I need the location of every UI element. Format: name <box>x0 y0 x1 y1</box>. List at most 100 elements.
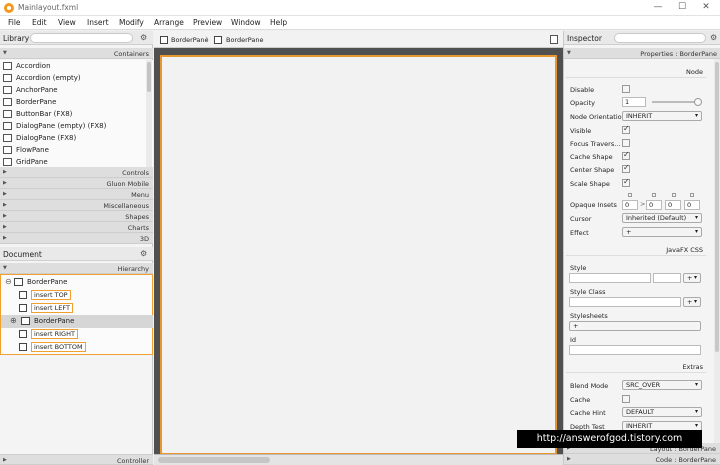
opaque-inset-top[interactable]: 0 <box>622 200 638 210</box>
effect-select[interactable]: + ▾ <box>622 227 702 237</box>
cache-checkbox[interactable] <box>622 395 630 403</box>
opacity-input[interactable]: 1 <box>622 97 646 107</box>
opacity-slider-thumb[interactable] <box>694 98 702 106</box>
document-icon[interactable] <box>550 35 558 44</box>
section-3d[interactable]: ▶ 3D <box>0 233 153 244</box>
opaque-inset-bottom[interactable]: 0 <box>665 200 681 210</box>
link-insets-icon[interactable]: > <box>640 200 645 208</box>
section-containers[interactable]: ▼ Containers <box>0 48 153 59</box>
focus-traversable-checkbox[interactable] <box>622 139 630 147</box>
section-collapse-icon: ▼ <box>3 265 7 271</box>
menu-view[interactable]: View <box>58 18 76 27</box>
library-scrollbar[interactable] <box>146 60 152 167</box>
section-gluon-mobile[interactable]: ▶ Gluon Mobile <box>0 178 153 189</box>
opaque-insets-label: Opaque Insets <box>570 201 617 209</box>
tree-collapse-icon[interactable]: ⊖ <box>5 277 12 286</box>
stylesheets-add-button[interactable]: + <box>569 321 701 331</box>
library-item-anchorpane[interactable]: AnchorPane <box>0 84 148 96</box>
document-gear-icon[interactable]: ⚙ <box>140 249 147 258</box>
opacity-slider-track[interactable] <box>652 101 698 103</box>
tree-item-root-borderpane[interactable]: ⊖ BorderPane <box>1 276 153 289</box>
tree-item-center-borderpane[interactable]: ⊕ BorderPane <box>1 315 153 328</box>
disable-checkbox[interactable] <box>622 85 630 93</box>
library-item-accordion[interactable]: Accordion <box>0 60 148 72</box>
section-miscellaneous[interactable]: ▶ Miscellaneous <box>0 200 153 211</box>
style-add-button[interactable]: + ▾ <box>683 273 701 283</box>
library-items-list: Accordion Accordion (empty) AnchorPane B… <box>0 60 153 167</box>
code-section-header[interactable]: ▶ Code : BorderPane <box>564 454 720 465</box>
properties-header[interactable]: ▼ Properties : BorderPane <box>564 48 720 59</box>
style-class-input[interactable] <box>569 297 681 307</box>
tree-item-insert-right[interactable]: insert RIGHT <box>1 328 153 341</box>
cache-shape-checkbox[interactable] <box>622 150 630 160</box>
chevron-down-icon: ▾ <box>694 408 698 415</box>
style-class-add-button[interactable]: + ▾ <box>683 297 701 307</box>
close-button[interactable]: ✕ <box>694 1 718 14</box>
library-item-dialogpane[interactable]: DialogPane (FX8) <box>0 132 148 144</box>
breadcrumb-item[interactable]: BorderPane <box>171 36 209 44</box>
menu-preview[interactable]: Preview <box>193 18 222 27</box>
tree-item-insert-bottom[interactable]: insert BOTTOM <box>1 341 153 354</box>
library-item-gridpane[interactable]: GridPane <box>0 156 148 167</box>
opaque-inset-right[interactable]: 0 <box>646 200 662 210</box>
section-expand-icon: ▶ <box>3 235 7 241</box>
section-controls[interactable]: ▶ Controls <box>0 167 153 178</box>
borderpane-icon <box>3 98 12 106</box>
id-input[interactable] <box>569 345 701 355</box>
section-controller[interactable]: ▶ Controller <box>0 454 153 465</box>
library-item-buttonbar[interactable]: ButtonBar (FX8) <box>0 108 148 120</box>
library-item-borderpane[interactable]: BorderPane <box>0 96 148 108</box>
borderpane-icon <box>21 317 30 325</box>
library-search-input[interactable] <box>30 33 133 43</box>
library-item-accordion-empty[interactable]: Accordion (empty) <box>0 72 148 84</box>
style-property-input[interactable] <box>569 273 651 283</box>
plus-icon: + <box>687 274 693 282</box>
minimize-button[interactable]: — <box>646 1 670 14</box>
center-shape-checkbox[interactable] <box>622 163 630 173</box>
menu-modify[interactable]: Modify <box>119 18 144 27</box>
menu-file[interactable]: File <box>8 18 21 27</box>
section-shapes[interactable]: ▶ Shapes <box>0 211 153 222</box>
inspector-search-input[interactable] <box>614 33 706 43</box>
menu-window[interactable]: Window <box>231 18 261 27</box>
menu-edit[interactable]: Edit <box>32 18 47 27</box>
cursor-select[interactable]: Inherited (Default) ▾ <box>622 213 702 223</box>
library-scroll-thumb[interactable] <box>147 62 151 92</box>
section-hierarchy[interactable]: ▼ Hierarchy <box>0 263 153 274</box>
dialogpane-icon <box>3 122 12 130</box>
anchorpane-icon <box>3 86 12 94</box>
section-expand-icon: ▶ <box>3 180 7 186</box>
opaque-inset-left[interactable]: 0 <box>684 200 700 210</box>
inspector-gear-icon[interactable]: ⚙ <box>710 33 717 42</box>
cache-hint-select[interactable]: DEFAULT ▾ <box>622 407 702 417</box>
tree-item-insert-left[interactable]: insert LEFT <box>1 302 153 315</box>
watermark: http://answerofgod.tistory.com <box>517 430 702 448</box>
menu-help[interactable]: Help <box>270 18 287 27</box>
blend-mode-select[interactable]: SRC_OVER ▾ <box>622 380 702 390</box>
menu-insert[interactable]: Insert <box>87 18 109 27</box>
canvas-scroll-thumb[interactable] <box>158 457 270 463</box>
insert-bottom-icon <box>19 343 27 351</box>
accordion-icon <box>3 74 12 82</box>
breadcrumb-item[interactable]: BorderPane <box>226 36 264 44</box>
canvas-horizontal-scrollbar[interactable] <box>154 454 563 465</box>
section-charts[interactable]: ▶ Charts <box>0 222 153 233</box>
inspector-scroll-thumb[interactable] <box>715 62 719 352</box>
style-value-input[interactable] <box>653 273 681 283</box>
tree-item-insert-top[interactable]: insert TOP <box>1 289 153 302</box>
visible-label: Visible <box>570 127 592 135</box>
library-item-flowpane[interactable]: FlowPane <box>0 144 148 156</box>
tree-expand-icon[interactable]: ⊕ <box>10 316 17 325</box>
visible-checkbox[interactable] <box>622 124 630 134</box>
section-menu[interactable]: ▶ Menu <box>0 189 153 200</box>
menu-arrange[interactable]: Arrange <box>154 18 184 27</box>
style-class-label: Style Class <box>570 288 606 296</box>
inspector-scrollbar[interactable] <box>714 59 720 454</box>
section-expand-icon: ▶ <box>3 213 7 219</box>
library-item-dialogpane-empty[interactable]: DialogPane (empty) (FX8) <box>0 120 148 132</box>
scale-shape-checkbox[interactable] <box>622 177 630 187</box>
maximize-button[interactable]: ☐ <box>670 1 694 14</box>
design-canvas-borderpane[interactable] <box>160 55 557 455</box>
node-orientation-select[interactable]: INHERIT ▾ <box>622 111 702 121</box>
library-gear-icon[interactable]: ⚙ <box>140 33 147 42</box>
